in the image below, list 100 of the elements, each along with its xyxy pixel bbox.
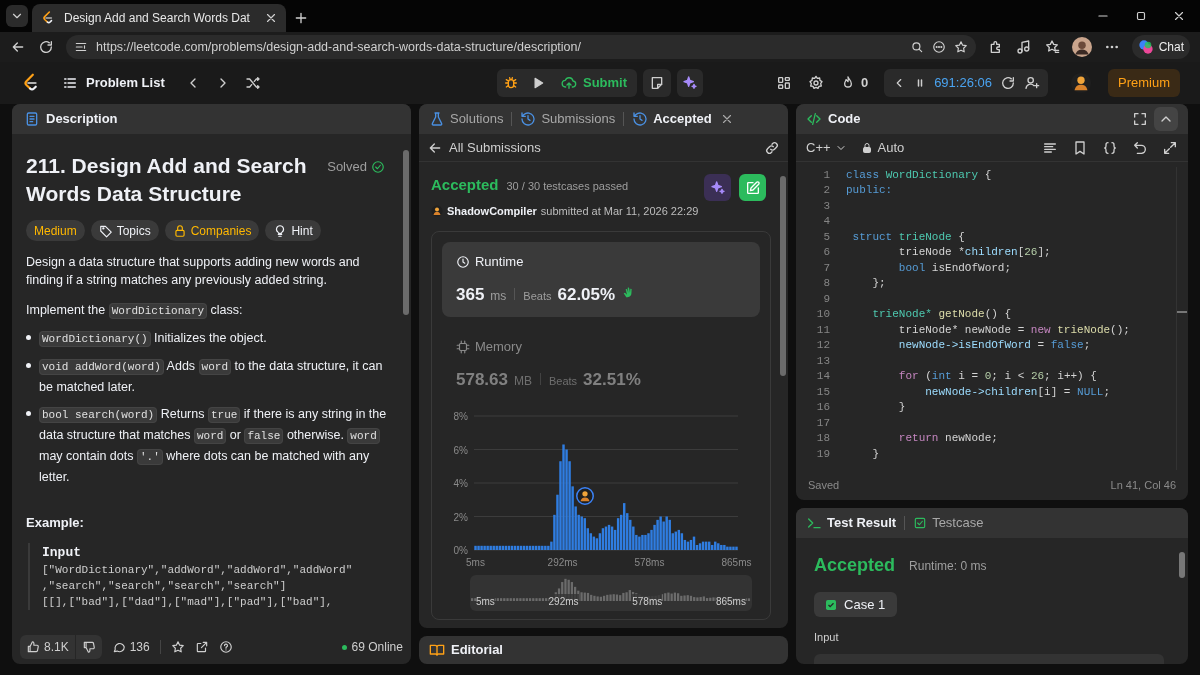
editorial-tab[interactable]: Editorial: [428, 640, 503, 660]
histogram-bar[interactable]: [701, 541, 705, 550]
histogram-bar[interactable]: [486, 545, 489, 550]
histogram-bar[interactable]: [550, 541, 553, 550]
histogram-bar[interactable]: [674, 531, 677, 550]
histogram-bar[interactable]: [714, 541, 717, 550]
topics-tag[interactable]: Topics: [90, 220, 159, 241]
scrollbar-thumb[interactable]: [780, 176, 786, 376]
histogram-bar[interactable]: [495, 545, 498, 550]
all-submissions-link[interactable]: All Submissions: [448, 137, 541, 158]
histogram-bar[interactable]: [607, 524, 611, 550]
histogram-bar[interactable]: [668, 519, 671, 550]
histogram-bar[interactable]: [477, 545, 480, 550]
histogram-bar[interactable]: [519, 545, 523, 550]
address-field[interactable]: https://leetcode.com/problems/design-add-and-search-words-data-structure/description/: [66, 35, 976, 59]
histogram-bar[interactable]: [531, 545, 535, 550]
description-tab[interactable]: Description: [24, 109, 118, 129]
reset-icon[interactable]: [1000, 75, 1016, 91]
shuffle-icon[interactable]: [244, 75, 261, 91]
histogram-bar[interactable]: [644, 534, 647, 550]
histogram-bar[interactable]: [723, 544, 726, 550]
favorite-icon[interactable]: [170, 640, 185, 654]
fullscreen-icon[interactable]: [1132, 111, 1148, 127]
panel-tab[interactable]: Submissions: [520, 109, 616, 129]
streak-button[interactable]: 0: [839, 73, 869, 93]
bookmark-icon[interactable]: [1072, 139, 1088, 156]
histogram-bar[interactable]: [650, 529, 653, 550]
panel-tab[interactable]: Solutions: [428, 109, 504, 129]
histogram-bar[interactable]: [683, 539, 687, 550]
memory-card[interactable]: Memory 578.63 MB Beats 32.51%: [441, 327, 760, 402]
share-icon[interactable]: [194, 640, 209, 654]
histogram-bar[interactable]: [480, 545, 483, 550]
panel-tab[interactable]: Test Result: [806, 513, 897, 533]
runtime-card[interactable]: Runtime 365 ms Beats 62.05%: [441, 242, 760, 317]
histogram-bar[interactable]: [619, 514, 623, 550]
histogram-bar[interactable]: [726, 546, 729, 550]
histogram-bar[interactable]: [735, 546, 738, 550]
histogram-bar[interactable]: [583, 518, 586, 550]
reload-icon[interactable]: [38, 39, 54, 55]
histogram-bar[interactable]: [513, 545, 517, 550]
histogram-bar[interactable]: [541, 545, 544, 550]
ai-button[interactable]: [677, 69, 704, 97]
panel-tab[interactable]: Testcase: [913, 513, 984, 533]
notes-button[interactable]: [643, 69, 672, 97]
add-user-icon[interactable]: [1024, 75, 1040, 91]
help-icon[interactable]: [218, 640, 233, 654]
scrollbar-thumb[interactable]: [1179, 552, 1185, 578]
histogram-bar[interactable]: [489, 545, 492, 550]
histogram-bar[interactable]: [544, 545, 547, 550]
histogram-bar[interactable]: [707, 541, 711, 550]
histogram-bar[interactable]: [592, 536, 596, 550]
histogram-bar[interactable]: [547, 545, 550, 550]
histogram-bar[interactable]: [641, 534, 644, 550]
histogram-bar[interactable]: [647, 533, 650, 550]
link-icon[interactable]: [764, 139, 780, 156]
histogram-bar[interactable]: [580, 516, 583, 550]
edit-button[interactable]: [739, 174, 766, 201]
histogram-bar[interactable]: [574, 506, 577, 550]
histogram-bar[interactable]: [686, 541, 690, 550]
favorite-star-icon[interactable]: [953, 40, 968, 54]
expand-icon[interactable]: [1162, 139, 1178, 156]
mode-label[interactable]: Auto: [860, 137, 905, 158]
histogram-bar[interactable]: [504, 545, 508, 550]
histogram-bar[interactable]: [632, 526, 635, 550]
case-button[interactable]: Case 1: [814, 592, 898, 617]
histogram-bar[interactable]: [510, 545, 514, 550]
histogram-bar[interactable]: [610, 526, 614, 550]
zoom-icon[interactable]: [909, 40, 924, 54]
histogram-bar[interactable]: [653, 524, 656, 550]
scrollbar-thumb[interactable]: [402, 150, 409, 315]
favorites-icon[interactable]: [1043, 39, 1060, 55]
histogram-bar[interactable]: [601, 528, 605, 550]
histogram-bar[interactable]: [692, 536, 696, 550]
histogram-bar[interactable]: [729, 546, 732, 550]
histogram-bar[interactable]: [662, 521, 665, 550]
collapse-button[interactable]: [1154, 107, 1178, 131]
histogram-bar[interactable]: [677, 529, 680, 550]
tab-list-button[interactable]: [6, 5, 28, 27]
problem-list-link[interactable]: Problem List: [62, 73, 165, 93]
histogram-bar[interactable]: [656, 519, 659, 550]
histogram-bar[interactable]: [501, 545, 504, 550]
histogram-bar[interactable]: [622, 503, 626, 550]
histogram-bar[interactable]: [538, 545, 541, 550]
histogram-bar[interactable]: [586, 528, 589, 550]
layout-icon[interactable]: [775, 75, 792, 91]
profile-avatar[interactable]: [1071, 37, 1092, 57]
code-tab[interactable]: Code: [806, 109, 861, 129]
histogram-bar[interactable]: [507, 545, 511, 550]
browser-tab[interactable]: Design Add and Search Words Dat: [32, 4, 286, 32]
histogram-bar[interactable]: [698, 543, 702, 550]
panel-tab[interactable]: Accepted: [632, 109, 712, 129]
more-icon[interactable]: [931, 40, 946, 54]
histogram-bar[interactable]: [595, 538, 599, 550]
back-icon[interactable]: [10, 39, 26, 55]
histogram-bar[interactable]: [616, 518, 620, 550]
histogram-bar[interactable]: [665, 516, 668, 550]
histogram-bar[interactable]: [522, 545, 526, 550]
histogram-bar[interactable]: [635, 534, 638, 550]
histogram-bar[interactable]: [626, 513, 629, 550]
histogram-bar[interactable]: [589, 533, 592, 550]
